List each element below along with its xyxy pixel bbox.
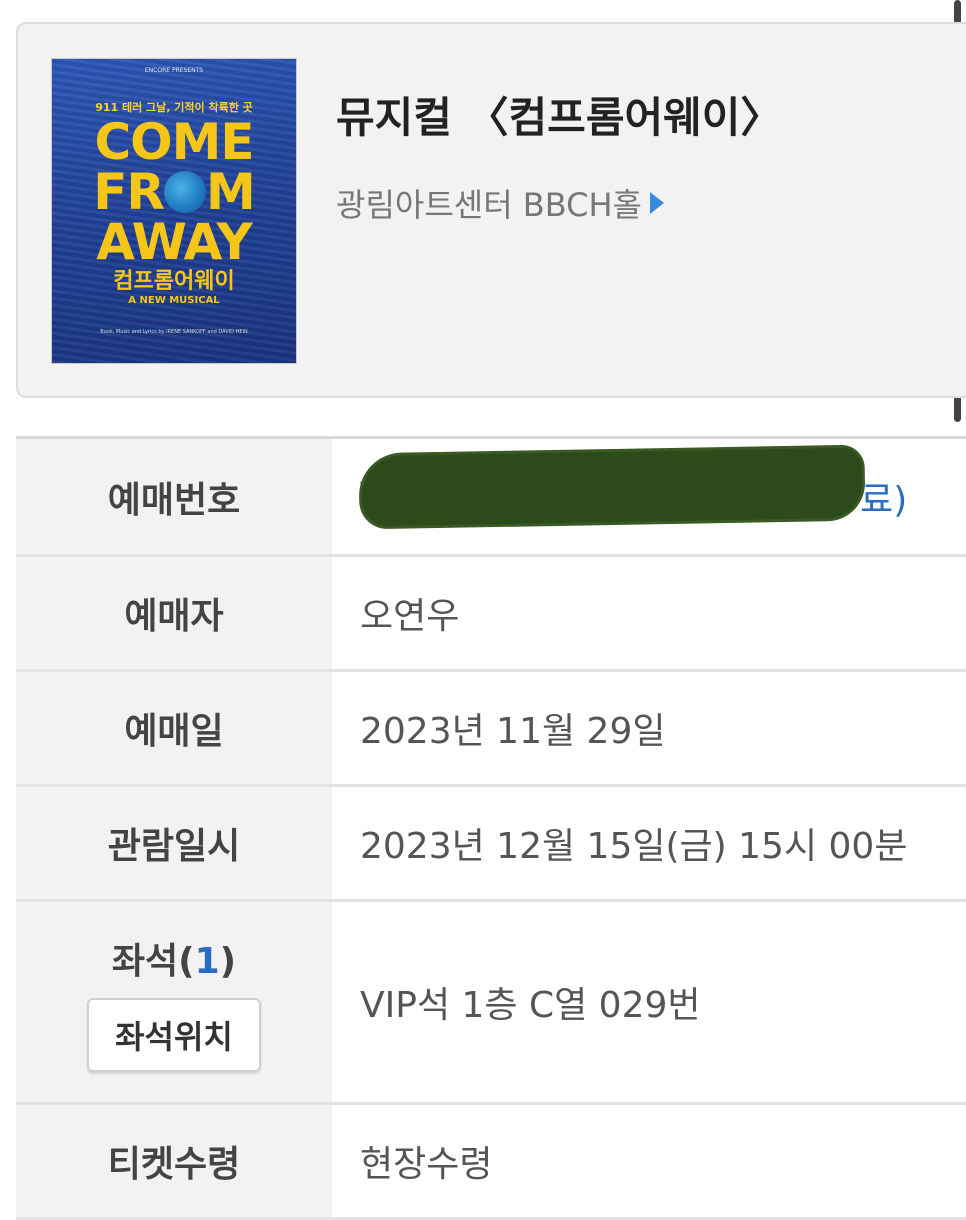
booking-details-table: 예매번호 Y 료) 예매자 오연우 예매일 2023년 11월 29일 관람일시… — [16, 436, 966, 1220]
show-poster[interactable]: ENCORE PRESENTS 911 테러 그날, 기적이 착륙한 곳 COM… — [52, 59, 296, 363]
ticket-receipt-label: 티켓수령 — [16, 1105, 332, 1217]
booking-date-label: 예매일 — [16, 672, 332, 784]
show-title: 뮤지컬 〈컴프롬어웨이〉 — [336, 93, 783, 142]
seat-label-text: 좌석( — [111, 941, 195, 982]
redaction-scribble — [361, 447, 863, 527]
viewing-datetime-label: 관람일시 — [16, 787, 332, 899]
viewing-datetime-value: 2023년 12월 15일(금) 15시 00분 — [360, 826, 908, 867]
seat-label: 좌석(1) — [112, 932, 236, 984]
booker-row: 예매자 오연우 — [16, 557, 966, 672]
venue-name: 광림아트센터 BBCH홀 — [336, 186, 643, 224]
booking-date-value: 2023년 11월 29일 — [360, 711, 666, 752]
seat-row: 좌석(1) 좌석위치 VIP석 1층 C열 029번 — [16, 902, 966, 1105]
booker-label: 예매자 — [16, 557, 332, 669]
poster-subtitle: A NEW MUSICAL — [128, 295, 220, 306]
seat-value: VIP석 1층 C열 029번 — [360, 985, 701, 1026]
poster-presenter: ENCORE PRESENTS — [144, 67, 204, 74]
poster-title-line2: FR M — [52, 167, 296, 217]
poster-credits: Book, Music and Lyrics by IRENE SANKOFF … — [100, 329, 248, 335]
viewing-datetime-row: 관람일시 2023년 12월 15일(금) 15시 00분 — [16, 787, 966, 902]
booking-date-row: 예매일 2023년 11월 29일 — [16, 672, 966, 787]
seat-label-cell: 좌석(1) 좌석위치 — [16, 902, 332, 1102]
seat-location-button[interactable]: 좌석위치 — [87, 998, 261, 1072]
ticket-receipt-row: 티켓수령 현장수령 — [16, 1105, 966, 1220]
seat-label-close: ) — [219, 941, 237, 982]
globe-icon — [163, 170, 206, 213]
venue-link[interactable]: 광림아트센터 BBCH홀 — [336, 180, 665, 226]
seat-count: 1 — [194, 941, 220, 982]
play-arrow-icon — [650, 192, 665, 214]
booker-value: 오연우 — [360, 596, 460, 637]
poster-title-line1: COME — [94, 113, 254, 171]
booking-status-suffix: 료) — [860, 479, 908, 521]
booking-number-label: 예매번호 — [16, 439, 332, 554]
ticket-receipt-value: 현장수령 — [360, 1144, 493, 1185]
poster-korean-title: 컴프롬어웨이 — [113, 269, 235, 294]
poster-title: COME FR M AWAY — [52, 117, 296, 267]
poster-title-line3: AWAY — [96, 213, 252, 271]
